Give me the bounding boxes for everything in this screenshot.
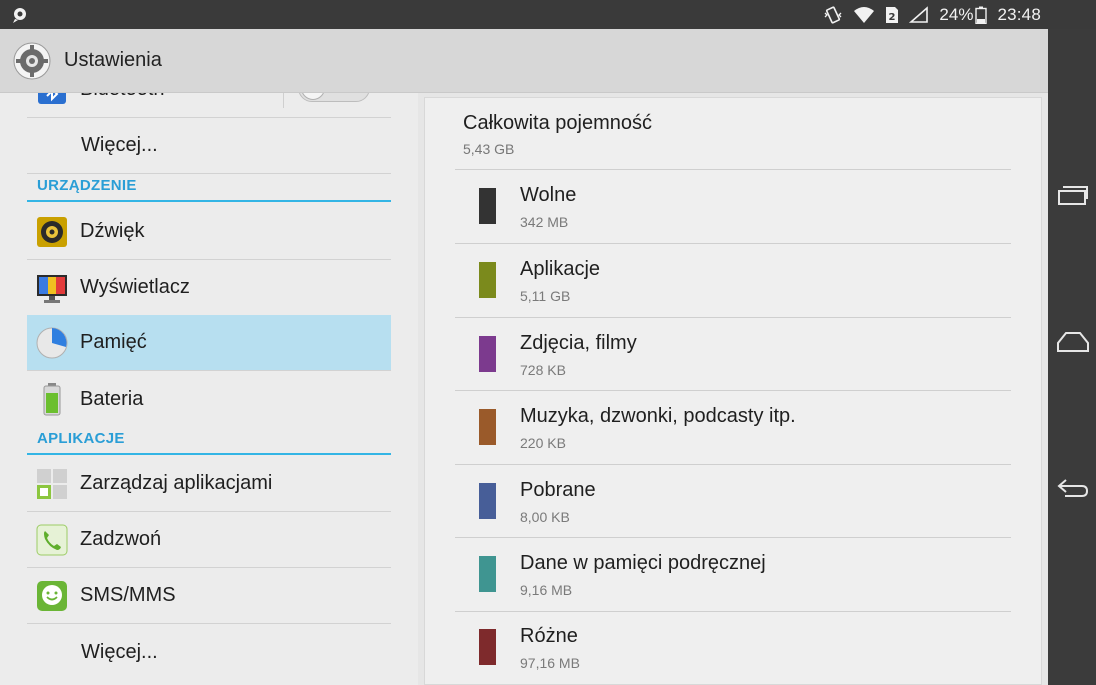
storage-panel: Całkowita pojemność 5,43 GB Wolne 342 MB… [418, 93, 1048, 685]
phone-icon [35, 523, 69, 557]
storage-row-apps[interactable]: Aplikacje 5,11 GB [455, 244, 1011, 318]
vibrate-icon [824, 5, 842, 24]
wifi-icon [854, 6, 875, 23]
color-swatch [479, 188, 496, 224]
sidebar-item-manage-apps[interactable]: Zarządzaj aplikacjami [27, 456, 391, 512]
sidebar-item-phone[interactable]: Zadzwoń [27, 512, 391, 568]
storage-row-size: 8,00 KB [520, 509, 570, 525]
navigation-bar [1048, 29, 1096, 685]
sidebar-item-sms[interactable]: SMS/MMS [27, 568, 391, 624]
action-bar: Ustawienia [0, 29, 1048, 93]
storage-row-size: 97,16 MB [520, 655, 580, 671]
speaker-icon [35, 215, 69, 249]
storage-row-misc[interactable]: Różne 97,16 MB [455, 611, 1011, 685]
storage-row-size: 220 KB [520, 435, 566, 451]
storage-row-downloads[interactable]: Pobrane 8,00 KB [455, 465, 1011, 539]
total-capacity-label: Całkowita pojemność [463, 112, 652, 134]
storage-row-free[interactable]: Wolne 342 MB [455, 170, 1011, 244]
sms-icon [35, 579, 69, 613]
gear-icon[interactable] [12, 41, 52, 81]
apps-grid-icon [35, 467, 69, 501]
storage-row-cache[interactable]: Dane w pamięci podręcznej 9,16 MB [455, 538, 1011, 612]
monitor-icon [35, 271, 69, 305]
recent-apps-button[interactable] [1056, 181, 1090, 209]
color-swatch [479, 409, 496, 445]
sidebar-item-label: Wyświetlacz [80, 276, 190, 298]
total-capacity-value: 5,43 GB [463, 141, 515, 157]
section-header-device: URZĄDZENIE [27, 172, 391, 202]
sidebar-item-storage[interactable]: Pamięć [27, 315, 391, 371]
storage-card: Całkowita pojemność 5,43 GB Wolne 342 MB… [424, 97, 1042, 685]
color-swatch [479, 483, 496, 519]
storage-row-size: 728 KB [520, 362, 566, 378]
sidebar-item-more-apps[interactable]: Więcej... [27, 624, 391, 680]
pie-chart-icon [35, 326, 69, 360]
sidebar-item-display[interactable]: Wyświetlacz [27, 260, 391, 316]
sidebar-item-more-network[interactable]: Więcej... [27, 118, 391, 174]
sidebar-item-battery[interactable]: Bateria [27, 371, 391, 427]
status-bar: 2 24% 23:48 [0, 0, 1096, 29]
bluetooth-toggle[interactable] [283, 93, 371, 108]
battery-icon [35, 382, 69, 416]
storage-row-size: 342 MB [520, 214, 569, 230]
sidebar-item-label: Więcej... [81, 640, 158, 663]
storage-row-photos[interactable]: Zdjęcia, filmy 728 KB [455, 318, 1011, 392]
recent-apps-icon [1058, 186, 1088, 205]
sidebar-item-label: Dźwięk [80, 220, 145, 242]
sidebar-item-label: Zarządzaj aplikacjami [80, 472, 273, 494]
sidebar-item-label: Bluetooth [80, 93, 165, 101]
sidebar-item-label: Więcej... [81, 134, 158, 156]
battery-percent: 24% [939, 4, 974, 24]
sidebar-item-sound[interactable]: Dźwięk [27, 204, 391, 260]
notification-icon [13, 8, 26, 23]
clock: 23:48 [997, 4, 1041, 24]
sidebar-item-label: Bateria [80, 387, 144, 410]
bluetooth-icon [35, 93, 69, 107]
page-title: Ustawienia [64, 49, 162, 71]
section-header-apps: APLIKACJE [27, 425, 391, 455]
color-swatch [479, 556, 496, 592]
storage-row-name: Zdjęcia, filmy [520, 332, 637, 354]
total-capacity: Całkowita pojemność 5,43 GB [463, 112, 652, 157]
storage-row-name: Wolne [520, 184, 577, 206]
back-button[interactable] [1056, 474, 1090, 502]
home-icon [1057, 332, 1089, 352]
color-swatch [479, 629, 496, 665]
storage-row-size: 9,16 MB [520, 582, 573, 598]
storage-row-name: Pobrane [520, 479, 596, 501]
storage-row-name: Muzyka, dzwonki, podcasty itp. [520, 405, 796, 427]
sidebar-item-label: Zadzwoń [80, 528, 162, 550]
storage-row-audio[interactable]: Muzyka, dzwonki, podcasty itp. 220 KB [455, 391, 1011, 465]
storage-row-name: Różne [520, 625, 578, 647]
signal-icon [909, 5, 929, 23]
storage-row-size: 5,11 GB [520, 288, 571, 304]
settings-list: Bluetooth Więcej... URZĄDZENIE Dźwięk [0, 93, 418, 685]
battery-icon [975, 6, 988, 24]
sidebar-item-label: Pamięć [80, 331, 147, 353]
sim-icon: 2 [886, 6, 899, 23]
sidebar-item-bluetooth[interactable]: Bluetooth [27, 93, 391, 118]
storage-row-name: Aplikacje [520, 258, 601, 280]
back-icon [1057, 479, 1089, 497]
color-swatch [479, 336, 496, 372]
sidebar-item-label: SMS/MMS [80, 584, 176, 606]
storage-row-name: Dane w pamięci podręcznej [520, 552, 766, 574]
svg-text:2: 2 [889, 12, 896, 23]
color-swatch [479, 262, 496, 298]
home-button[interactable] [1056, 328, 1090, 356]
